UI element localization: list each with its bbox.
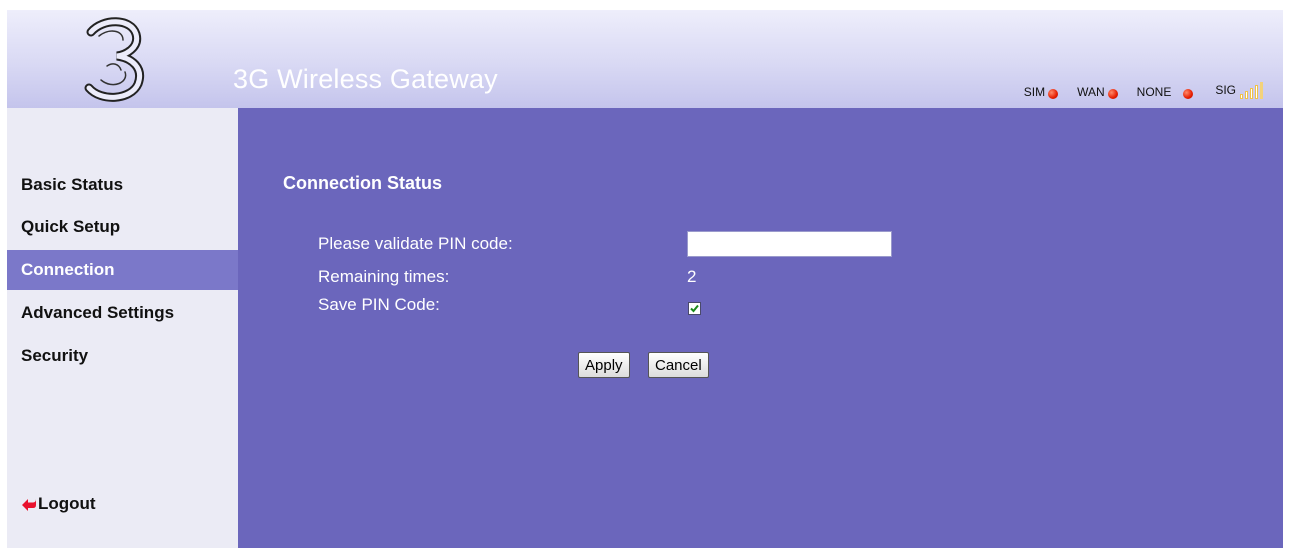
signal-bar (1250, 88, 1253, 99)
sidebar-item-label: Connection (21, 260, 115, 279)
wan-indicator: WAN (1077, 85, 1118, 99)
signal-strength-icon (1240, 80, 1265, 99)
pin-code-label: Please validate PIN code: (318, 234, 513, 253)
sidebar-item-label: Advanced Settings (21, 303, 175, 322)
sidebar-item-label: Quick Setup (21, 217, 121, 236)
signal-bar (1255, 85, 1258, 99)
remaining-times-label: Remaining times: (318, 267, 450, 286)
network-label: NONE (1136, 85, 1172, 99)
signal-bar (1245, 91, 1248, 99)
logout-arrow-icon (22, 499, 36, 511)
sidebar: Basic Status Quick Setup Connection Adva… (7, 108, 238, 548)
app-frame: 3G Wireless Gateway SIM WAN NONE SIG Bas… (7, 10, 1283, 548)
signal-bar (1240, 94, 1243, 99)
sidebar-item-quick-setup[interactable]: Quick Setup (7, 207, 238, 247)
network-status-dot-icon (1183, 88, 1194, 99)
logout-link[interactable]: Logout (21, 494, 96, 514)
sim-indicator: SIM (1023, 85, 1059, 99)
sidebar-item-connection[interactable]: Connection (7, 250, 238, 290)
status-indicators: SIM WAN NONE SIG (1005, 77, 1265, 99)
three-logo-icon (84, 17, 144, 102)
sidebar-item-label: Security (21, 346, 89, 365)
save-pin-label: Save PIN Code: (318, 295, 440, 314)
checkmark-icon (690, 304, 699, 313)
signal-label: SIG (1215, 82, 1236, 97)
sidebar-item-security[interactable]: Security (7, 336, 238, 376)
sidebar-item-advanced-settings[interactable]: Advanced Settings (7, 293, 238, 333)
signal-bar (1260, 82, 1263, 99)
sim-label: SIM (1023, 85, 1046, 99)
wan-status-dot-icon (1107, 88, 1118, 99)
logout-label: Logout (38, 494, 96, 513)
apply-button[interactable]: Apply (578, 352, 630, 378)
sim-status-dot-icon (1048, 88, 1059, 99)
pin-code-input[interactable] (687, 231, 892, 257)
main-panel: Connection Status Please validate PIN co… (238, 108, 1283, 548)
sidebar-item-label: Basic Status (21, 175, 124, 194)
sidebar-item-basic-status[interactable]: Basic Status (7, 165, 238, 205)
remaining-times-value: 2 (687, 267, 697, 286)
signal-indicator: SIG (1215, 80, 1265, 99)
save-pin-checkbox[interactable] (688, 302, 701, 315)
wan-label: WAN (1077, 85, 1105, 99)
network-indicator: NONE (1137, 85, 1194, 99)
cancel-button[interactable]: Cancel (648, 352, 709, 378)
section-title: Connection Status (283, 173, 443, 193)
header: 3G Wireless Gateway SIM WAN NONE SIG (7, 10, 1283, 108)
app-title: 3G Wireless Gateway (233, 64, 498, 94)
